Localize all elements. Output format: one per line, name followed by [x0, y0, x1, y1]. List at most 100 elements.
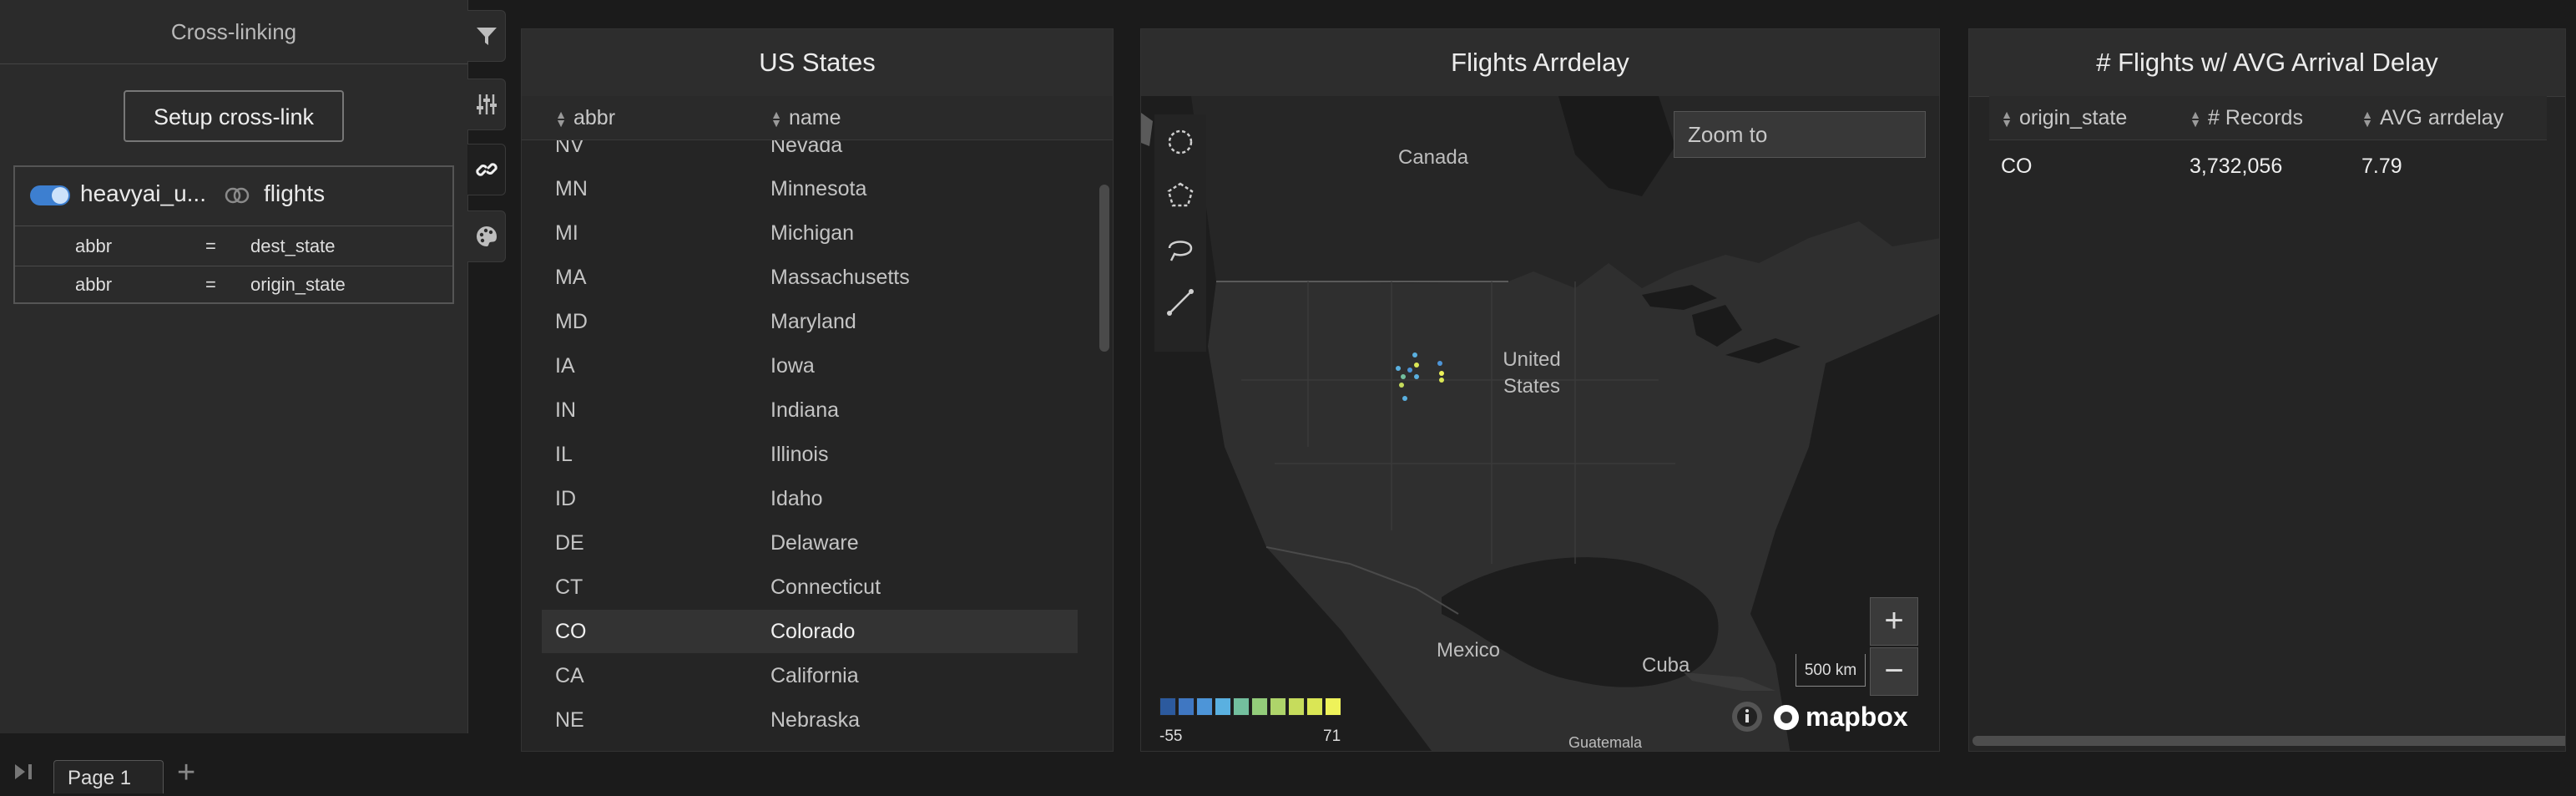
filter-tab[interactable] — [467, 10, 506, 62]
column-mapping-row[interactable]: abbr = dest_state — [15, 227, 452, 266]
zoom-to-input[interactable]: Zoom to — [1674, 111, 1926, 158]
table-row[interactable]: NE Nebraska — [542, 698, 1078, 742]
circle-select-icon[interactable] — [1164, 126, 1196, 158]
table-row[interactable]: IN Indiana — [542, 388, 1078, 432]
theme-tab[interactable] — [467, 210, 506, 262]
link-icon — [475, 163, 498, 176]
zoom-in-button[interactable]: + — [1870, 597, 1918, 646]
column-header-abbr[interactable]: ▲ ▼ abbr — [555, 96, 615, 139]
cell-abbr: CO — [555, 620, 587, 643]
info-icon[interactable] — [1730, 700, 1764, 733]
cross-link-sidebar: Cross-linking Setup cross-link heavyai_u… — [0, 0, 468, 733]
cell-name: Iowa — [770, 354, 815, 378]
legend-swatch — [1270, 697, 1286, 716]
table-body[interactable]: NV Nevada MN Minnesota MI Michigan MA Massach… — [522, 140, 1113, 751]
cell-abbr: DE — [555, 531, 584, 555]
table-row[interactable]: CA California — [542, 654, 1078, 697]
add-page-button[interactable]: + — [177, 755, 195, 791]
cell-abbr: MN — [555, 177, 588, 200]
mapping-operator: = — [205, 236, 216, 256]
table-row[interactable]: MD Maryland — [542, 300, 1078, 343]
horizontal-scrollbar[interactable] — [1972, 736, 2565, 746]
cell-name: Massachusetts — [770, 266, 910, 289]
map-label-mexico: Mexico — [1437, 639, 1501, 662]
flight-points[interactable] — [1392, 347, 1475, 413]
cell-abbr: NE — [555, 708, 584, 732]
panel-title: # Flights w/ AVG Arrival Delay — [1969, 29, 2565, 97]
map-label-guatemala: Guatemala — [1568, 734, 1643, 751]
cell-abbr: IN — [555, 398, 576, 422]
cell-name: Connecticut — [770, 575, 881, 599]
column-header-avg-arrdelay[interactable]: ▲ ▼ AVG arrdelay — [2361, 96, 2503, 139]
legend-min: -55 — [1159, 728, 1183, 745]
cross-link-card[interactable]: heavyai_u... flights abbr = dest_state a… — [13, 165, 454, 304]
legend-max: 71 — [1323, 728, 1341, 745]
column-header-name[interactable]: ▲ ▼ name — [770, 96, 841, 139]
map-label-cuba: Cuba — [1642, 654, 1690, 677]
cell-name: Michigan — [770, 221, 855, 245]
column-header-records[interactable]: ▲ ▼ # Records — [2190, 96, 2303, 139]
mapbox-logo-icon — [1774, 705, 1799, 730]
target-dataset-name: flights — [264, 180, 326, 206]
sort-icon: ▲ ▼ — [2190, 108, 2201, 130]
sliders-icon — [476, 94, 497, 114]
cell-name: Indiana — [770, 398, 840, 422]
table-row[interactable]: MI Michigan — [542, 211, 1078, 255]
cell-name: Maryland — [770, 310, 856, 333]
polygon-select-icon[interactable] — [1164, 180, 1196, 211]
cell-abbr: MD — [555, 310, 588, 333]
table-row[interactable]: NV Nevada — [542, 140, 1078, 167]
cell-name: Colorado — [770, 620, 856, 643]
panel-title: US States — [522, 29, 1113, 97]
filter-icon — [476, 28, 497, 45]
map-label-united-states: United States — [1503, 348, 1561, 398]
cell-abbr: IL — [555, 443, 573, 466]
cell-name: Minnesota — [770, 177, 867, 200]
table-row[interactable]: IA Iowa — [542, 344, 1078, 388]
column-mapping-row[interactable]: abbr = origin_state — [15, 266, 452, 304]
cross-link-tab[interactable] — [467, 144, 506, 195]
vertical-scrollbar[interactable] — [1099, 185, 1109, 352]
mapping-right-column: origin_state — [250, 274, 346, 295]
zoom-out-button[interactable]: − — [1870, 647, 1918, 696]
cross-link-toggle[interactable] — [30, 185, 70, 205]
cell-name: Idaho — [770, 487, 823, 510]
legend-swatch — [1325, 697, 1341, 716]
table-row[interactable]: CO Colorado — [542, 610, 1078, 653]
table-row[interactable]: MA Massachusetts — [542, 256, 1078, 299]
table-row[interactable]: IL Illinois — [542, 433, 1078, 476]
sort-icon: ▲ ▼ — [770, 108, 782, 130]
sidebar-title: Cross-linking — [0, 0, 467, 64]
panel-title: Flights Arrdelay — [1141, 29, 1939, 97]
cell-name: Nebraska — [770, 708, 860, 732]
legend-swatch — [1251, 697, 1268, 716]
mapping-right-column: dest_state — [250, 236, 336, 256]
cross-link-header: heavyai_u... flights — [15, 167, 452, 226]
mapping-left-column: abbr — [75, 274, 113, 295]
cell-abbr: MA — [555, 266, 587, 289]
mapping-left-column: abbr — [75, 236, 113, 256]
table-row[interactable]: MN Minnesota — [542, 167, 1078, 210]
cell-abbr: CA — [555, 664, 584, 687]
legend-swatch — [1288, 697, 1305, 716]
page-tab-bar: Page 1 + — [0, 750, 467, 793]
legend-swatch — [1306, 697, 1323, 716]
table-row[interactable]: ID Idaho — [542, 477, 1078, 520]
cell-abbr: IA — [555, 354, 575, 378]
page-tab[interactable]: Page 1 — [53, 760, 164, 793]
map-label-canada: Canada — [1398, 146, 1469, 169]
legend-swatch — [1196, 697, 1213, 716]
table-row[interactable]: CT Connecticut — [542, 565, 1078, 609]
lasso-select-icon[interactable] — [1164, 233, 1196, 265]
setup-cross-link-button[interactable]: Setup cross-link — [124, 90, 344, 142]
collapse-icon[interactable] — [12, 762, 37, 782]
legend-swatch — [1178, 697, 1195, 716]
table-row[interactable]: CO 3,732,056 7.79 — [1989, 144, 2547, 188]
map-scale: 500 km — [1796, 654, 1866, 687]
draw-tools — [1154, 114, 1206, 352]
line-select-icon[interactable] — [1164, 286, 1196, 318]
column-header-origin-state[interactable]: ▲ ▼ origin_state — [2001, 96, 2127, 139]
settings-tab[interactable] — [467, 79, 506, 130]
sort-icon: ▲ ▼ — [2001, 108, 2013, 130]
table-row[interactable]: DE Delaware — [542, 521, 1078, 565]
